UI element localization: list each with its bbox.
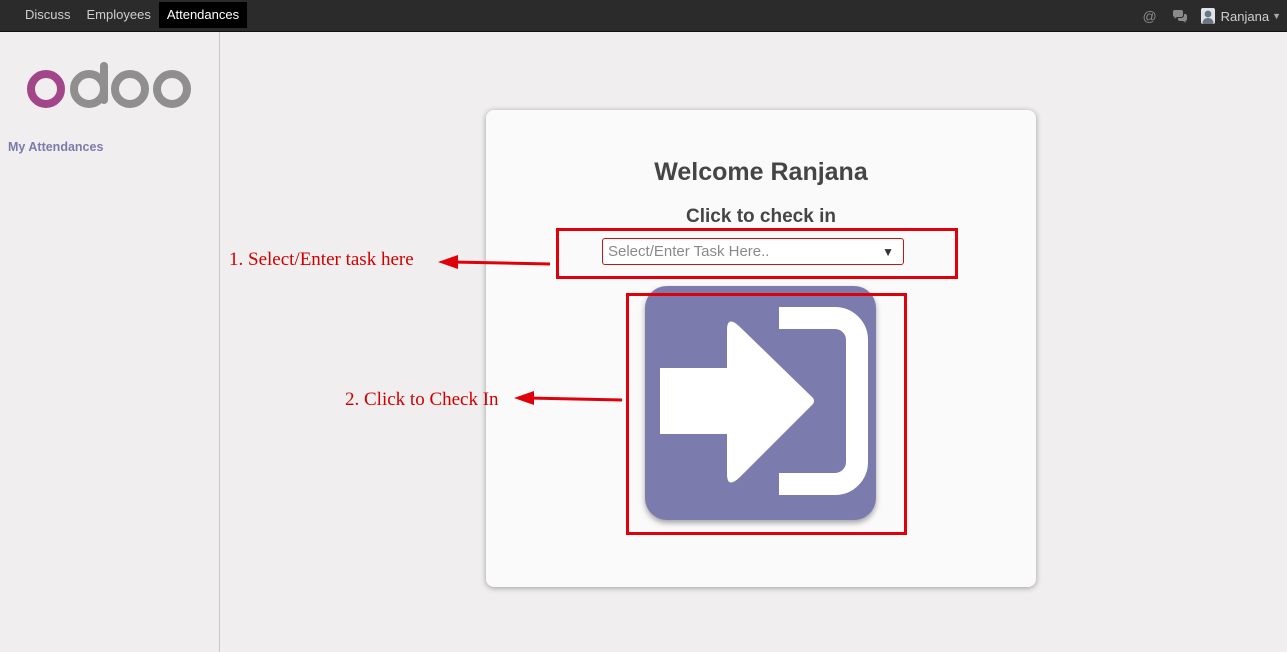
arrow-step1: [451, 260, 551, 266]
annotation-step1: 1. Select/Enter task here: [229, 249, 414, 270]
arrow-step1-head: [438, 255, 458, 269]
annotation-step2: 2. Click to Check In: [345, 389, 499, 410]
arrow-step2: [527, 396, 623, 402]
arrow-step2-head: [514, 391, 534, 405]
annotation-arrows: [438, 255, 623, 405]
